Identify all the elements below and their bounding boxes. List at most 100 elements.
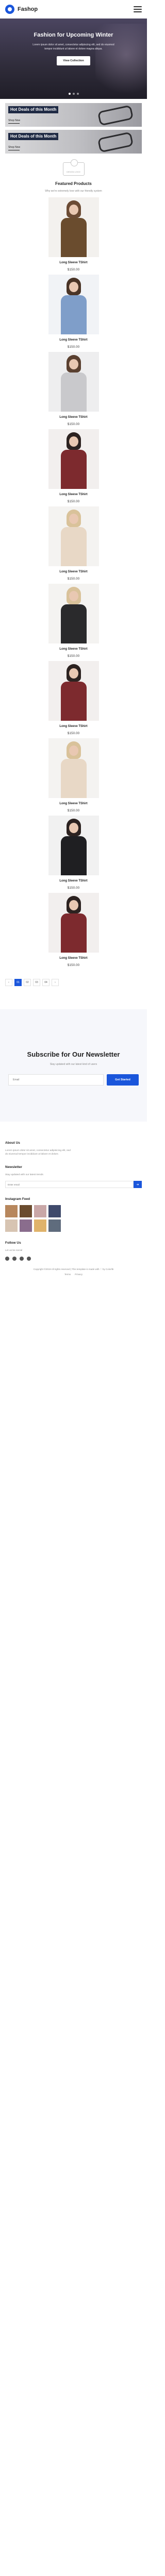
instagram-thumbnail[interactable] bbox=[5, 1219, 18, 1232]
terms-link[interactable]: Terms bbox=[64, 1273, 71, 1276]
product-name[interactable]: Long Sleeve TShirt bbox=[0, 957, 147, 960]
footer-newsletter-text: Stay updated with our latest trends bbox=[5, 1174, 43, 1176]
product-garment bbox=[60, 913, 87, 953]
page-button[interactable]: 02 bbox=[24, 979, 31, 986]
section-title: Featured Products bbox=[55, 181, 92, 186]
instagram-thumbnail[interactable] bbox=[48, 1219, 61, 1232]
newsletter-text: Stay updated with our latest kind of use… bbox=[50, 1063, 97, 1066]
product-garment bbox=[60, 682, 87, 721]
product-price: $150.00 bbox=[67, 268, 80, 272]
product-photo[interactable] bbox=[48, 816, 99, 875]
product-photo[interactable] bbox=[48, 893, 99, 953]
product-card[interactable]: Long Sleeve TShirt $150.00 bbox=[0, 197, 147, 275]
product-name[interactable]: Long Sleeve TShirt bbox=[0, 879, 147, 883]
instagram-thumbnail[interactable] bbox=[34, 1205, 46, 1217]
page-button[interactable]: 03 bbox=[33, 979, 40, 986]
pagination: ‹ 01 02 03 04 › bbox=[0, 970, 147, 989]
site-footer: About Us Lorem ipsum dolor sit amet, con… bbox=[0, 1122, 147, 1281]
product-photo[interactable] bbox=[48, 506, 99, 566]
product-card[interactable]: Long Sleeve TShirt $150.00 bbox=[0, 506, 147, 584]
behance-icon[interactable] bbox=[27, 1257, 31, 1261]
model-face bbox=[69, 900, 78, 910]
model-face bbox=[69, 745, 78, 756]
model-face bbox=[69, 668, 78, 679]
footer-instagram-title: Instagram Feed bbox=[5, 1197, 30, 1201]
page-button[interactable]: 01 bbox=[14, 979, 22, 986]
privacy-link[interactable]: Privacy bbox=[75, 1273, 82, 1276]
product-name[interactable]: Long Sleeve TShirt bbox=[0, 261, 147, 264]
product-photo[interactable] bbox=[48, 352, 99, 412]
product-card[interactable]: Long Sleeve TShirt $150.00 bbox=[0, 738, 147, 816]
product-photo[interactable] bbox=[48, 661, 99, 721]
newsletter-section: Subscribe for Our Newsletter Stay update… bbox=[0, 1009, 147, 1122]
facebook-icon[interactable] bbox=[5, 1257, 9, 1261]
view-collection-button[interactable]: View Collection bbox=[57, 56, 90, 65]
product-name[interactable]: Long Sleeve TShirt bbox=[0, 725, 147, 728]
slider-dot[interactable] bbox=[68, 93, 71, 95]
product-card[interactable]: Long Sleeve TShirt $150.00 bbox=[0, 893, 147, 970]
product-card[interactable]: Long Sleeve TShirt $150.00 bbox=[0, 275, 147, 352]
model-face bbox=[69, 359, 78, 369]
product-card[interactable]: Long Sleeve TShirt $150.00 bbox=[0, 352, 147, 429]
product-garment bbox=[60, 450, 87, 489]
shop-now-link[interactable]: Shop Now bbox=[8, 119, 20, 124]
promo-label: Hot Deals of this Month bbox=[8, 133, 59, 140]
site-header: Fashop bbox=[0, 0, 147, 19]
promo-banner[interactable]: Hot Deals of this Month Shop Now bbox=[5, 103, 142, 127]
logo[interactable]: Fashop bbox=[5, 4, 38, 14]
footer-follow-title: Follow Us bbox=[5, 1241, 21, 1245]
product-price: $150.00 bbox=[67, 732, 80, 735]
product-name[interactable]: Long Sleeve TShirt bbox=[0, 648, 147, 651]
product-price: $150.00 bbox=[67, 577, 80, 581]
footer-newsletter-form: ➜ bbox=[5, 1181, 142, 1188]
product-card[interactable]: Long Sleeve TShirt $150.00 bbox=[0, 661, 147, 738]
product-list: Long Sleeve TShirt $150.00 Long Sleeve TSh… bbox=[0, 193, 147, 970]
instagram-thumbnail[interactable] bbox=[48, 1205, 61, 1217]
product-name[interactable]: Long Sleeve TShirt bbox=[0, 338, 147, 342]
prev-page-button[interactable]: ‹ bbox=[5, 979, 12, 986]
dribbble-icon[interactable] bbox=[20, 1257, 24, 1261]
product-name[interactable]: Long Sleeve TShirt bbox=[0, 416, 147, 419]
product-garment bbox=[60, 604, 87, 643]
shop-now-link[interactable]: Shop Now bbox=[8, 146, 20, 150]
page-button[interactable]: 04 bbox=[42, 979, 50, 986]
footer-newsletter-title: Newsletter bbox=[5, 1165, 22, 1169]
product-photo[interactable] bbox=[48, 197, 99, 257]
slider-dots bbox=[0, 93, 147, 95]
product-garment bbox=[60, 527, 87, 566]
product-photo[interactable] bbox=[48, 429, 99, 489]
brand-badge: DESIGN LOGO bbox=[0, 157, 147, 181]
instagram-thumbnail[interactable] bbox=[20, 1219, 32, 1232]
promo-banner[interactable]: Hot Deals of this Month Shop Now bbox=[5, 130, 142, 154]
product-photo[interactable] bbox=[48, 738, 99, 798]
model-face bbox=[69, 823, 78, 833]
brand-name: Fashop bbox=[18, 6, 38, 12]
footer-follow-text: Let us be social bbox=[5, 1249, 23, 1252]
email-field[interactable] bbox=[8, 1074, 104, 1086]
send-arrow-icon[interactable]: ➜ bbox=[134, 1181, 142, 1188]
instagram-feed bbox=[5, 1205, 142, 1232]
newsletter-title: Subscribe for Our Newsletter bbox=[27, 1050, 120, 1058]
get-started-button[interactable]: Get Started bbox=[107, 1074, 139, 1086]
instagram-thumbnail[interactable] bbox=[20, 1205, 32, 1217]
instagram-thumbnail[interactable] bbox=[34, 1219, 46, 1232]
menu-icon[interactable] bbox=[134, 6, 142, 12]
product-price: $150.00 bbox=[67, 963, 80, 967]
slider-dot[interactable] bbox=[72, 93, 75, 95]
social-links bbox=[5, 1257, 142, 1261]
product-name[interactable]: Long Sleeve TShirt bbox=[0, 493, 147, 496]
newsletter-form: Get Started bbox=[8, 1074, 139, 1086]
slider-dot[interactable] bbox=[76, 93, 79, 95]
product-card[interactable]: Long Sleeve TShirt $150.00 bbox=[0, 816, 147, 893]
hero-banner: Fashion for Upcoming Winter Lorem ipsum … bbox=[0, 19, 147, 99]
product-card[interactable]: Long Sleeve TShirt $150.00 bbox=[0, 584, 147, 661]
product-card[interactable]: Long Sleeve TShirt $150.00 bbox=[0, 429, 147, 506]
twitter-icon[interactable] bbox=[12, 1257, 16, 1261]
instagram-thumbnail[interactable] bbox=[5, 1205, 18, 1217]
product-photo[interactable] bbox=[48, 584, 99, 643]
product-name[interactable]: Long Sleeve TShirt bbox=[0, 802, 147, 805]
product-name[interactable]: Long Sleeve TShirt bbox=[0, 570, 147, 573]
next-page-button[interactable]: › bbox=[52, 979, 59, 986]
footer-email-field[interactable] bbox=[5, 1181, 134, 1188]
product-photo[interactable] bbox=[48, 275, 99, 334]
